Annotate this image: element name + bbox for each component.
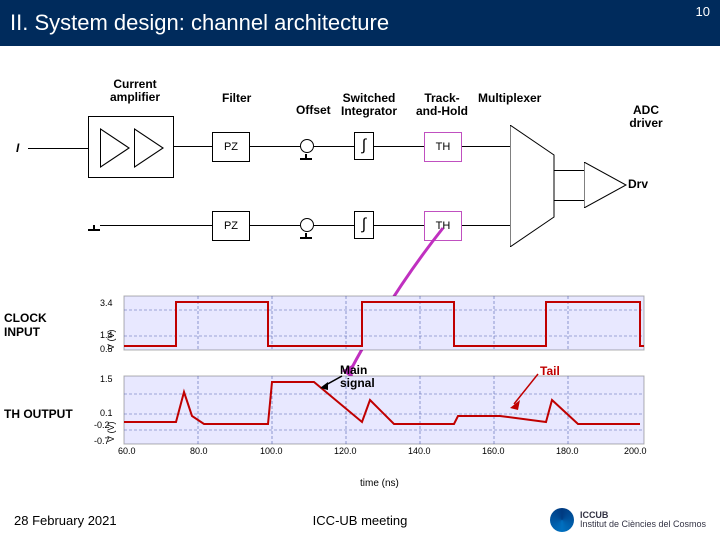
- wire: [28, 148, 88, 149]
- label-th-output: TH OUTPUT: [0, 407, 100, 421]
- logo-iccub: ICCUB Institut de Ciències del Cosmos: [550, 508, 706, 532]
- chart-th-output: 1.5 0.1 -0.2 -0.7 60.0 80.0 100.0 120.0 …: [100, 372, 660, 456]
- block-pz-1: PZ: [212, 132, 250, 162]
- offset-symbol-1: [300, 139, 314, 153]
- opamp-icon: [100, 128, 130, 168]
- wire: [374, 146, 424, 147]
- wire: [250, 225, 300, 226]
- annotation-main-signal: Mainsignal: [340, 364, 375, 389]
- slide-title: II. System design: channel architecture: [10, 10, 389, 36]
- logo-subtitle: Institut de Ciències del Cosmos: [580, 520, 706, 529]
- block-drv: [584, 162, 628, 208]
- block-multiplexer: [510, 125, 556, 247]
- wire: [314, 146, 354, 147]
- slide-header: II. System design: channel architecture …: [0, 0, 720, 46]
- label-current-amplifier: Currentamplifier: [100, 78, 170, 104]
- label-switched-integrator: SwitchedIntegrator: [338, 92, 400, 118]
- logo-swirl-icon: [550, 508, 574, 532]
- footer-meeting: ICC-UB meeting: [313, 513, 408, 528]
- label-drv: Drv: [628, 178, 648, 191]
- label-input: I: [16, 142, 19, 155]
- slide-footer: 28 February 2021 ICC-UB meeting ICCUB In…: [0, 508, 720, 532]
- label-multiplexer: Multiplexer: [478, 92, 541, 105]
- wire: [554, 200, 584, 201]
- ground-icon: [300, 154, 312, 164]
- block-integrator-1: ∫: [354, 132, 374, 160]
- block-th-1: TH: [424, 132, 462, 162]
- yaxis-label-2: V (V): [106, 421, 116, 442]
- block-pz-2: PZ: [212, 211, 250, 241]
- label-offset: Offset: [296, 104, 331, 117]
- arrow-icon: [508, 370, 542, 410]
- yaxis-label-1: V (V): [106, 329, 116, 350]
- label-track-and-hold: Track-and-Hold: [410, 92, 474, 118]
- chart-clock: 3.4 1.4 0.5: [100, 292, 660, 358]
- xaxis-label: time (ns): [360, 478, 399, 489]
- label-adc-driver: ADCdriver: [622, 104, 670, 130]
- timing-charts: CLOCKINPUT 3.4 1.4 0.5 TH OUTPUT: [0, 292, 720, 462]
- opamp-icon: [134, 128, 164, 168]
- label-clock-input: CLOCKINPUT: [0, 311, 100, 339]
- wire: [462, 146, 510, 147]
- page-number: 10: [696, 4, 710, 19]
- annotation-tail: Tail: [540, 364, 560, 378]
- footer-date: 28 February 2021: [14, 513, 117, 528]
- wire: [250, 146, 300, 147]
- wire: [174, 146, 212, 147]
- wire: [100, 225, 212, 226]
- ground-icon: [88, 225, 100, 235]
- arrow-icon: [318, 372, 344, 390]
- wire: [462, 225, 510, 226]
- label-filter: Filter: [222, 92, 251, 105]
- channel-diagram: Currentamplifier Filter Offset SwitchedI…: [0, 70, 720, 285]
- wire: [554, 170, 584, 171]
